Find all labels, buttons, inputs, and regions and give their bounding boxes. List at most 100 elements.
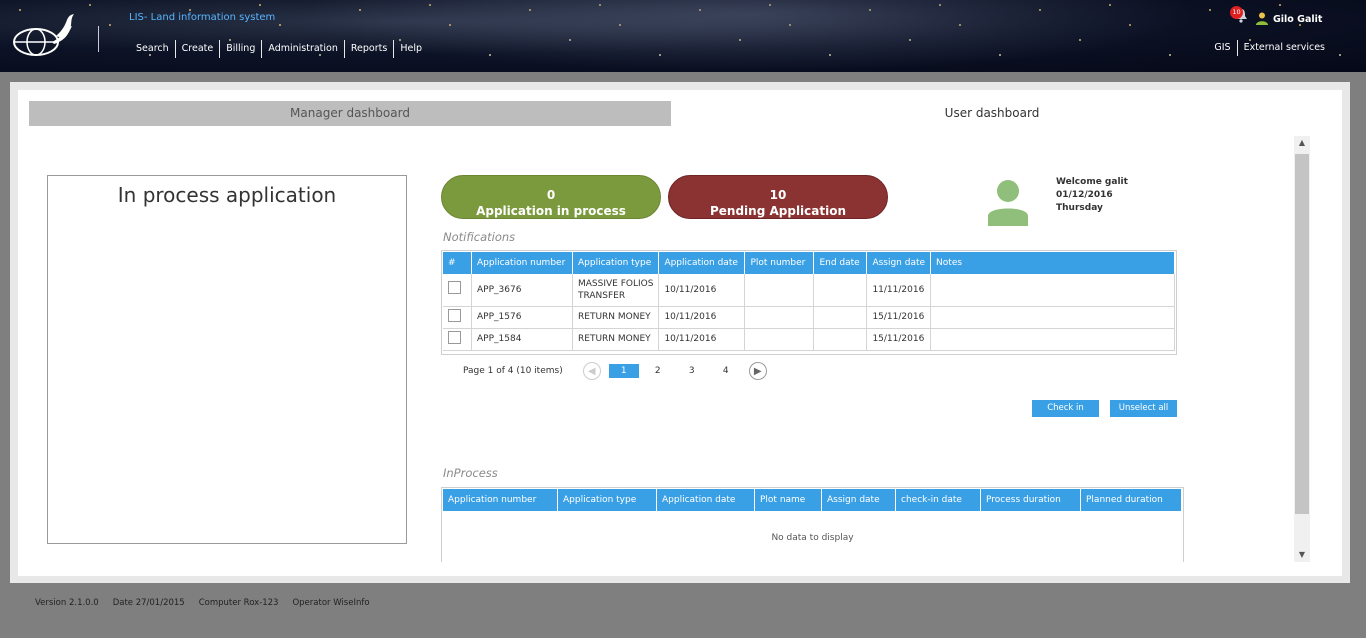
in-process-application-panel: In process application: [47, 175, 407, 544]
col-header-process-duration[interactable]: Process duration: [980, 489, 1081, 511]
check-in-button[interactable]: Check in: [1032, 400, 1099, 417]
application-type-line: MASSIVE FOLIOS: [578, 278, 654, 289]
notifications-pager: Page 1 of 4 (10 items) ◀ 1 2 3 4 ▶: [463, 362, 767, 380]
cell-application-date: 10/11/2016: [658, 274, 746, 307]
prev-page-icon[interactable]: ◀: [582, 362, 601, 380]
user-avatar-icon: [988, 180, 1028, 226]
pending-label: Pending Application: [709, 204, 847, 218]
unselect-all-button[interactable]: Unselect all: [1110, 400, 1177, 417]
nav-reports[interactable]: Reports: [345, 40, 395, 58]
cell-application-date: 10/11/2016: [658, 306, 746, 329]
application-type-line: TRANSFER: [578, 290, 626, 301]
cell-notes: [930, 328, 1175, 351]
inprocess-header-row: Application number Application type Appl…: [443, 489, 1182, 511]
tab-user-dashboard[interactable]: User dashboard: [671, 101, 1313, 126]
nav-search[interactable]: Search: [130, 40, 176, 58]
col-header-application-number[interactable]: Application number: [443, 489, 558, 511]
scrollbar-thumb[interactable]: [1295, 154, 1309, 514]
cell-assign-date: 11/11/2016: [866, 274, 932, 307]
cell-plot-number: [744, 328, 815, 351]
row-checkbox[interactable]: [448, 308, 461, 322]
col-header-application-number[interactable]: Application number: [471, 252, 573, 274]
table-row[interactable]: APP_3676 MASSIVE FOLIOS TRANSFER 10/11/20…: [443, 274, 1175, 307]
page-button-3[interactable]: 3: [677, 364, 707, 378]
inprocess-label: InProcess: [443, 466, 498, 480]
in-process-panel-title: In process application: [117, 183, 337, 207]
user-name[interactable]: Gilo Galit: [1273, 14, 1322, 25]
notifications-grid: # Application number Application type Ap…: [441, 250, 1177, 355]
status-footer: Version 2.1.0.0 Date 27/01/2015 Computer…: [35, 598, 384, 608]
col-header-index[interactable]: #: [443, 252, 472, 274]
notifications-table: # Application number Application type Ap…: [443, 252, 1175, 351]
application-in-process-card[interactable]: 0 Application in process: [441, 175, 661, 219]
table-row[interactable]: APP_1576 RETURN MONEY 10/11/2016 15/11/2…: [443, 306, 1175, 329]
header-glow: [300, 0, 1200, 72]
col-header-check-in-date[interactable]: check-in date: [895, 489, 981, 511]
pager-info: Page 1 of 4 (10 items): [463, 366, 563, 376]
row-checkbox[interactable]: [448, 330, 461, 344]
secondary-nav: GIS External services: [1208, 40, 1325, 56]
col-header-plot-name[interactable]: Plot name: [754, 489, 822, 511]
cell-application-type: MASSIVE FOLIOS TRANSFER: [572, 274, 660, 307]
cell-application-type: RETURN MONEY: [572, 328, 660, 351]
nav-billing[interactable]: Billing: [220, 40, 263, 58]
cell-assign-date: 15/11/2016: [866, 306, 932, 329]
dashboard-content: Manager dashboard User dashboard In proc…: [18, 90, 1342, 576]
cell-application-date: 10/11/2016: [658, 328, 746, 351]
col-header-notes[interactable]: Notes: [930, 252, 1175, 274]
nav-external-services[interactable]: External services: [1238, 40, 1325, 56]
logo-divider: [98, 26, 99, 52]
footer-operator: Operator WiseInfo: [292, 598, 370, 608]
main-panel: Manager dashboard User dashboard In proc…: [10, 82, 1350, 583]
row-checkbox[interactable]: [448, 281, 461, 295]
cell-notes: [930, 274, 1175, 307]
col-header-assign-date[interactable]: Assign date: [821, 489, 896, 511]
pending-count: 10: [769, 188, 787, 202]
cell-application-number: APP_3676: [471, 274, 573, 307]
page-button-2[interactable]: 2: [643, 364, 673, 378]
welcome-block: Welcome galit 01/12/2016 Thursday: [1056, 176, 1128, 215]
col-header-assign-date[interactable]: Assign date: [866, 252, 932, 274]
tab-manager-dashboard[interactable]: Manager dashboard: [29, 101, 671, 126]
col-header-end-date[interactable]: End date: [813, 252, 868, 274]
col-header-plot-number[interactable]: Plot number: [744, 252, 815, 274]
cell-end-date: [813, 306, 868, 329]
scroll-down-icon[interactable]: ▼: [1294, 548, 1310, 562]
welcome-greeting: Welcome galit: [1056, 177, 1128, 187]
cell-notes: [930, 306, 1175, 329]
col-header-application-type[interactable]: Application type: [557, 489, 657, 511]
next-page-icon[interactable]: ▶: [748, 362, 767, 380]
col-header-application-date[interactable]: Application date: [658, 252, 746, 274]
nav-create[interactable]: Create: [176, 40, 221, 58]
notifications-label: Notifications: [443, 230, 516, 244]
col-header-application-type[interactable]: Application type: [572, 252, 660, 274]
nav-help[interactable]: Help: [394, 40, 428, 58]
cell-end-date: [813, 274, 868, 307]
inprocess-grid: Application number Application type Appl…: [441, 487, 1184, 562]
page-button-4[interactable]: 4: [711, 364, 741, 378]
nav-gis[interactable]: GIS: [1208, 40, 1238, 56]
scroll-up-icon[interactable]: ▲: [1294, 136, 1310, 150]
app-title[interactable]: LIS- Land information system: [129, 12, 275, 23]
page-button-1[interactable]: 1: [608, 364, 639, 378]
vertical-scrollbar[interactable]: ▲ ▼: [1294, 136, 1310, 562]
inprocess-table: Application number Application type Appl…: [443, 489, 1182, 511]
in-process-count: 0: [546, 188, 556, 202]
cell-application-type: RETURN MONEY: [572, 306, 660, 329]
main-nav: Search Create Billing Administration Rep…: [130, 40, 428, 58]
col-header-application-date[interactable]: Application date: [656, 489, 755, 511]
notification-badge: 10: [1230, 6, 1243, 19]
col-header-planned-duration[interactable]: Planned duration: [1080, 489, 1182, 511]
footer-date: Date 27/01/2015: [112, 598, 185, 608]
footer-version: Version 2.1.0.0: [35, 598, 99, 608]
welcome-date: 01/12/2016: [1056, 190, 1113, 200]
cell-assign-date: 15/11/2016: [866, 328, 932, 351]
app-header: LIS- Land information system Search Crea…: [0, 0, 1366, 72]
welcome-day: Thursday: [1056, 203, 1103, 213]
pending-application-card[interactable]: 10 Pending Application: [668, 175, 888, 219]
user-icon[interactable]: [1255, 11, 1269, 25]
cell-application-number: APP_1576: [471, 306, 573, 329]
table-row[interactable]: APP_1584 RETURN MONEY 10/11/2016 15/11/2…: [443, 328, 1175, 351]
globe-logo-icon[interactable]: [12, 14, 76, 58]
nav-administration[interactable]: Administration: [262, 40, 345, 58]
